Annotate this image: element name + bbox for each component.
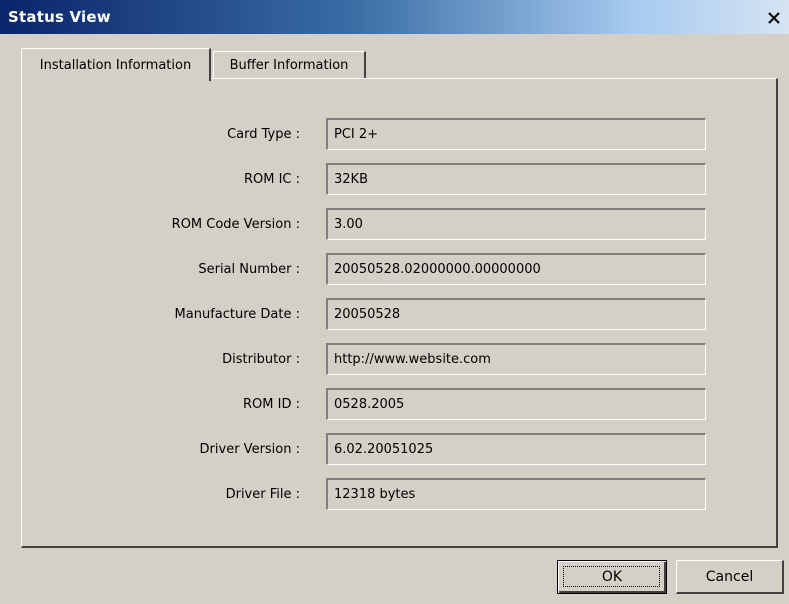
driver-file-field: 12318 bytes (326, 478, 706, 510)
rom-id-label: ROM ID : (243, 397, 300, 412)
window-title: Status View (8, 8, 111, 26)
driver-version-field: 6.02.20051025 (326, 433, 706, 465)
tab-installation-information[interactable]: Installation Information (21, 48, 211, 81)
rom-ic-label: ROM IC : (243, 172, 300, 187)
close-button[interactable] (763, 8, 785, 28)
close-icon (768, 12, 780, 24)
title-bar[interactable]: Status View (0, 0, 789, 34)
manufacture-date-field: 20050528 (326, 298, 706, 330)
driver-file-label: Driver File : (225, 487, 300, 502)
distributor-field: http://www.website.com (326, 343, 706, 375)
driver-version-label: Driver Version : (199, 442, 300, 457)
card-type-field: PCI 2+ (326, 118, 706, 150)
rom-code-version-label: ROM Code Version : (171, 217, 300, 232)
cancel-button[interactable]: Cancel (676, 560, 784, 594)
focus-rect (563, 566, 660, 587)
rom-code-version-field: 3.00 (326, 208, 706, 240)
serial-number-label: Serial Number : (198, 262, 300, 277)
card-type-label: Card Type : (227, 127, 300, 142)
rom-ic-field: 32KB (326, 163, 706, 195)
rom-id-field: 0528.2005 (326, 388, 706, 420)
manufacture-date-label: Manufacture Date : (174, 307, 300, 322)
ok-button[interactable]: OK (557, 560, 667, 594)
status-view-dialog: Status View Installation Information Buf… (0, 0, 789, 604)
distributor-label: Distributor : (222, 352, 300, 367)
serial-number-field: 20050528.02000000.00000000 (326, 253, 706, 285)
tab-buffer-information[interactable]: Buffer Information (213, 51, 366, 78)
